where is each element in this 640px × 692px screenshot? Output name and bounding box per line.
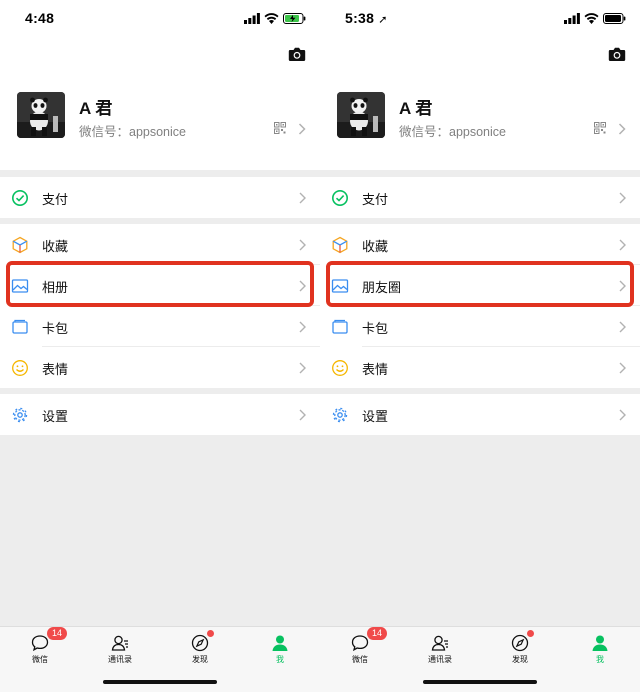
menu-item-favorites[interactable]: 收藏 [0,224,320,265]
chevron-right-icon[interactable] [298,123,306,135]
discover-compass-icon [511,634,529,652]
status-time: 5:38 ➚ [345,10,388,26]
tab-contacts[interactable]: 通讯录 [80,627,160,667]
menu-label: 设置 [42,409,69,424]
tab-contacts[interactable]: 通讯录 [400,627,480,667]
tab-label: 通讯录 [108,655,132,664]
home-indicator[interactable] [423,680,537,684]
contacts-person-icon [431,635,448,651]
highlight-box [6,261,314,307]
camera-icon[interactable] [608,46,626,62]
unread-badge: 14 [367,627,387,640]
menu-item-pay[interactable]: 支付 [0,177,320,218]
sticker-smiley-icon [12,360,28,376]
chevron-right-icon [619,321,626,333]
menu-label: 表情 [42,362,69,377]
menu-label: 卡包 [362,321,389,336]
settings-gear-icon [332,407,348,423]
tab-label: 微信 [352,655,368,664]
tab-label: 微信 [32,655,48,664]
menu-item-settings[interactable]: 设置 [0,394,320,435]
wallet-icon [12,190,28,206]
home-indicator[interactable] [103,680,217,684]
settings-gear-icon [12,407,28,423]
chevron-right-icon [299,321,306,333]
chevron-right-icon [619,192,626,204]
discover-compass-icon [191,634,209,652]
profile-header: 4:48 A 君 微信号：appsonice [0,0,320,170]
chevron-right-icon[interactable] [618,123,626,135]
menu-item-stickers[interactable]: 表情 [0,347,320,388]
battery-icon [603,12,626,24]
card-icon [332,319,348,334]
highlight-box [326,261,634,307]
chevron-right-icon [299,192,306,204]
tab-discover[interactable]: 发现 [480,627,560,667]
menu-label: 表情 [362,362,389,377]
chevron-right-icon [619,239,626,251]
location-arrow-icon: ➚ [378,14,388,26]
signal-icon [564,12,580,24]
tab-label: 我 [276,655,284,664]
tab-me[interactable]: 我 [560,627,640,667]
avatar[interactable] [17,92,65,138]
menu-item-favorites[interactable]: 收藏 [320,224,640,265]
battery-icon [283,12,306,24]
sticker-smiley-icon [332,360,348,376]
wifi-icon [584,12,599,24]
wifi-icon [264,12,279,24]
profile-header: 5:38 ➚ A 君 微信号：appsonice [320,0,640,170]
profile-name: A 君 [79,99,113,118]
qr-code-icon[interactable] [594,122,606,134]
avatar[interactable] [337,92,385,138]
chevron-right-icon [619,409,626,421]
wechat-id: 微信号：appsonice [399,125,506,139]
tab-label: 我 [596,655,604,664]
wechat-id: 微信号：appsonice [79,125,186,139]
menu-label: 卡包 [42,321,69,336]
status-icons [244,12,306,24]
menu-item-stickers[interactable]: 表情 [320,347,640,388]
menu-item-pay[interactable]: 支付 [320,177,640,218]
menu-item-settings[interactable]: 设置 [320,394,640,435]
unread-badge: 14 [47,627,67,640]
menu-item-cards[interactable]: 卡包 [0,306,320,347]
status-time: 4:48 [25,10,55,26]
notification-dot [527,630,534,637]
tab-label: 发现 [512,655,528,664]
tab-discover[interactable]: 发现 [160,627,240,667]
status-bar: 5:38 ➚ [320,0,640,38]
me-person-icon [272,635,288,651]
status-bar: 4:48 [0,0,320,38]
favorites-cube-icon [332,236,348,254]
card-icon [12,319,28,334]
menu-item-cards[interactable]: 卡包 [320,306,640,347]
contacts-person-icon [111,635,128,651]
favorites-cube-icon [12,236,28,254]
menu-label: 收藏 [362,239,389,254]
signal-icon [244,12,260,24]
chevron-right-icon [619,362,626,374]
menu-label: 设置 [362,409,389,424]
tab-label: 发现 [192,655,208,664]
tab-chats[interactable]: 14 微信 [0,627,80,667]
menu-label: 支付 [42,192,69,207]
screen-left: 4:48 A 君 微信号：appsonice 支付 收藏 相册 卡包 表情 设置… [0,0,320,692]
chevron-right-icon [299,362,306,374]
tab-me[interactable]: 我 [240,627,320,667]
me-person-icon [592,635,608,651]
camera-icon[interactable] [288,46,306,62]
notification-dot [207,630,214,637]
status-icons [564,12,626,24]
tab-chats[interactable]: 14 微信 [320,627,400,667]
wallet-icon [332,190,348,206]
tab-label: 通讯录 [428,655,452,664]
profile-name: A 君 [399,99,433,118]
chevron-right-icon [299,239,306,251]
chevron-right-icon [299,409,306,421]
menu-label: 收藏 [42,239,69,254]
screen-right: 5:38 ➚ A 君 微信号：appsonice 支付 收藏 朋友圈 卡包 表情… [320,0,640,692]
qr-code-icon[interactable] [274,122,286,134]
menu-label: 支付 [362,192,389,207]
